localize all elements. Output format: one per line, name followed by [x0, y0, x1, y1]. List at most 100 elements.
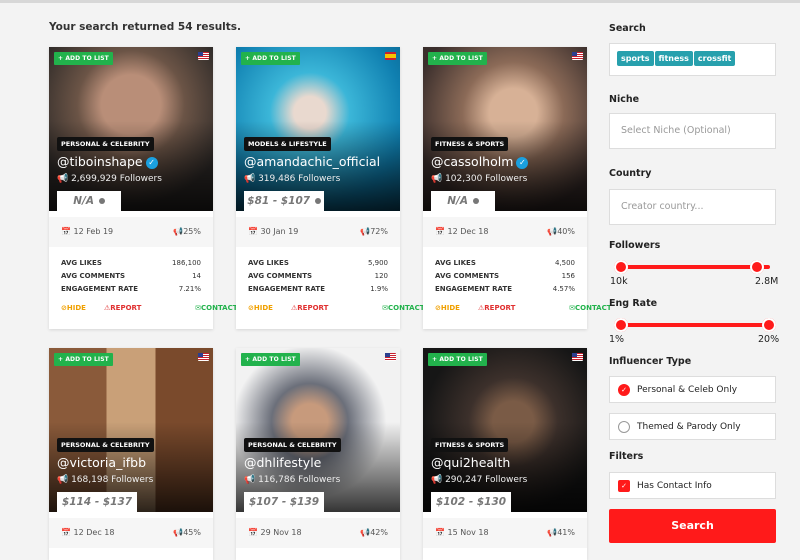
search-tags-input[interactable]: sports fitness crossfit — [609, 43, 776, 76]
influencer-handle[interactable]: @dhlifestyle — [244, 455, 321, 470]
card-meta: 📅 29 Nov 18 📢42% — [236, 518, 400, 548]
add-to-list-button[interactable]: + ADD TO LIST — [241, 52, 300, 65]
stats-list: AVG LIKES 186,100 AVG COMMENTS 14 ENGAGEME… — [61, 259, 201, 293]
checkbox-icon[interactable]: ✓ — [618, 480, 630, 492]
influencer-handle[interactable]: @qui2health — [431, 455, 510, 470]
post-date: 📅 12 Feb 19 — [61, 227, 114, 236]
country-label: Country — [609, 168, 652, 179]
hide-button[interactable]: ⊘ HIDE — [61, 304, 86, 312]
influencer-type-label: Influencer Type — [609, 356, 692, 367]
price-box: N/A — [431, 191, 495, 211]
price-box: N/A — [57, 191, 121, 211]
category-badge: FITNESS & SPORTS — [431, 137, 509, 151]
results-count: Your search returned 54 results. — [49, 21, 242, 33]
profile-photo[interactable]: + ADD TO LIST FITNESS & SPORTS @cassolho… — [423, 47, 587, 211]
post-date: 📅 15 Nov 18 — [435, 528, 489, 537]
themed-parody-option[interactable]: Themed & Parody Only — [609, 413, 776, 440]
eng-rate-min-handle[interactable] — [614, 318, 628, 332]
category-badge: PERSONAL & CELEBRITY — [57, 137, 154, 151]
price-box: $102 - $130 — [431, 492, 511, 512]
add-to-list-button[interactable]: + ADD TO LIST — [54, 353, 113, 366]
niche-label: Niche — [609, 94, 640, 105]
followers-min-value: 10k — [610, 276, 628, 287]
category-badge: MODELS & LIFESTYLE — [244, 137, 331, 151]
hide-button[interactable]: ⊘ HIDE — [435, 304, 460, 312]
followers-count: 📢 2,699,929 Followers — [57, 174, 162, 184]
search-tag[interactable]: crossfit — [693, 51, 736, 66]
filters-label: Filters — [609, 451, 644, 462]
contact-info-filter[interactable]: ✓ Has Contact Info — [609, 472, 776, 499]
engagement-pct: 📢41% — [547, 528, 575, 537]
engagement-pct: 📢45% — [173, 528, 201, 537]
influencer-card[interactable]: + ADD TO LIST PERSONAL & CELEBRITY @dhli… — [236, 348, 400, 560]
engagement-pct: 📢42% — [360, 528, 388, 537]
profile-photo[interactable]: + ADD TO LIST MODELS & LIFESTYLE @amanda… — [236, 47, 400, 211]
info-icon[interactable] — [98, 198, 105, 204]
search-button[interactable]: Search — [609, 509, 776, 543]
radio-icon[interactable] — [618, 421, 630, 433]
us-flag-icon — [385, 353, 396, 361]
stats-list: AVG LIKES 4,500 AVG COMMENTS 156 ENGAGEMEN… — [435, 259, 575, 293]
influencer-card[interactable]: + ADD TO LIST MODELS & LIFESTYLE @amanda… — [236, 47, 425, 329]
category-badge: PERSONAL & CELEBRITY — [57, 438, 154, 452]
verified-icon: ✓ — [145, 156, 158, 169]
add-to-list-button[interactable]: + ADD TO LIST — [241, 353, 300, 366]
niche-select[interactable]: Select Niche (Optional) — [609, 113, 776, 149]
engagement-pct: 📢25% — [173, 227, 201, 236]
post-date: 📅 29 Nov 18 — [248, 528, 302, 537]
profile-photo[interactable]: + ADD TO LIST PERSONAL & CELEBRITY @tibo… — [49, 47, 213, 211]
followers-label: Followers — [609, 240, 661, 251]
search-tag[interactable]: fitness — [654, 51, 693, 66]
eng-rate-label: Eng Rate — [609, 298, 658, 309]
info-icon[interactable] — [314, 198, 321, 204]
influencer-handle[interactable]: @cassolholm ✓ — [431, 154, 529, 169]
personal-celeb-option[interactable]: ✓ Personal & Celeb Only — [609, 376, 776, 403]
followers-min-handle[interactable] — [614, 260, 628, 274]
influencer-handle[interactable]: @tiboinshape ✓ — [57, 154, 158, 169]
followers-max-handle[interactable] — [750, 260, 764, 274]
followers-count: 📢 102,300 Followers — [431, 174, 528, 184]
influencer-handle[interactable]: @victoria_ifbb — [57, 455, 146, 470]
info-icon[interactable] — [472, 198, 479, 204]
contact-button[interactable]: ✉ CONTACT — [569, 304, 611, 312]
us-flag-icon — [572, 52, 583, 60]
add-to-list-button[interactable]: + ADD TO LIST — [54, 52, 113, 65]
post-date: 📅 12 Dec 18 — [61, 528, 115, 537]
search-tag[interactable]: sports — [617, 51, 654, 66]
followers-max-value: 2.8M — [755, 276, 779, 287]
followers-count: 📢 116,786 Followers — [244, 475, 341, 485]
profile-photo[interactable]: + ADD TO LIST PERSONAL & CELEBRITY @dhli… — [236, 348, 400, 512]
price-box: $81 - $107 — [244, 191, 324, 211]
card-meta: 📅 15 Nov 18 📢41% — [423, 518, 587, 548]
influencer-card[interactable]: + ADD TO LIST FITNESS & SPORTS @qui2heal… — [423, 348, 587, 560]
contact-button[interactable]: ✉ CONTACT — [382, 304, 424, 312]
influencer-card[interactable]: + ADD TO LIST FITNESS & SPORTS @cassolho… — [423, 47, 612, 329]
card-meta: 📅 12 Dec 18 📢40% — [423, 217, 587, 247]
category-badge: FITNESS & SPORTS — [431, 438, 509, 452]
stats-list: AVG LIKES 5,900 AVG COMMENTS 120 ENGAGEMEN… — [248, 259, 388, 293]
price-box: $114 - $137 — [57, 492, 137, 512]
post-date: 📅 12 Dec 18 — [435, 227, 489, 236]
us-flag-icon — [572, 353, 583, 361]
profile-photo[interactable]: + ADD TO LIST FITNESS & SPORTS @qui2heal… — [423, 348, 587, 512]
eng-rate-slider[interactable] — [614, 318, 776, 332]
eng-rate-max-handle[interactable] — [762, 318, 776, 332]
us-flag-icon — [198, 353, 209, 361]
influencer-card[interactable]: + ADD TO LIST PERSONAL & CELEBRITY @tibo… — [49, 47, 238, 329]
add-to-list-button[interactable]: + ADD TO LIST — [428, 353, 487, 366]
report-button[interactable]: ⚠ REPORT — [291, 304, 328, 312]
report-button[interactable]: ⚠ REPORT — [478, 304, 515, 312]
contact-button[interactable]: ✉ CONTACT — [195, 304, 237, 312]
add-to-list-button[interactable]: + ADD TO LIST — [428, 52, 487, 65]
checked-radio-icon[interactable]: ✓ — [618, 384, 630, 396]
country-input[interactable]: Creator country... — [609, 189, 776, 225]
card-meta: 📅 12 Dec 18 📢45% — [49, 518, 213, 548]
engagement-pct: 📢72% — [360, 227, 388, 236]
hide-button[interactable]: ⊘ HIDE — [248, 304, 273, 312]
profile-photo[interactable]: + ADD TO LIST PERSONAL & CELEBRITY @vict… — [49, 348, 213, 512]
influencer-handle[interactable]: @amandachic_official — [244, 154, 380, 169]
report-button[interactable]: ⚠ REPORT — [104, 304, 141, 312]
influencer-card[interactable]: + ADD TO LIST PERSONAL & CELEBRITY @vict… — [49, 348, 213, 560]
followers-slider[interactable] — [614, 260, 770, 274]
post-date: 📅 30 Jan 19 — [248, 227, 299, 236]
